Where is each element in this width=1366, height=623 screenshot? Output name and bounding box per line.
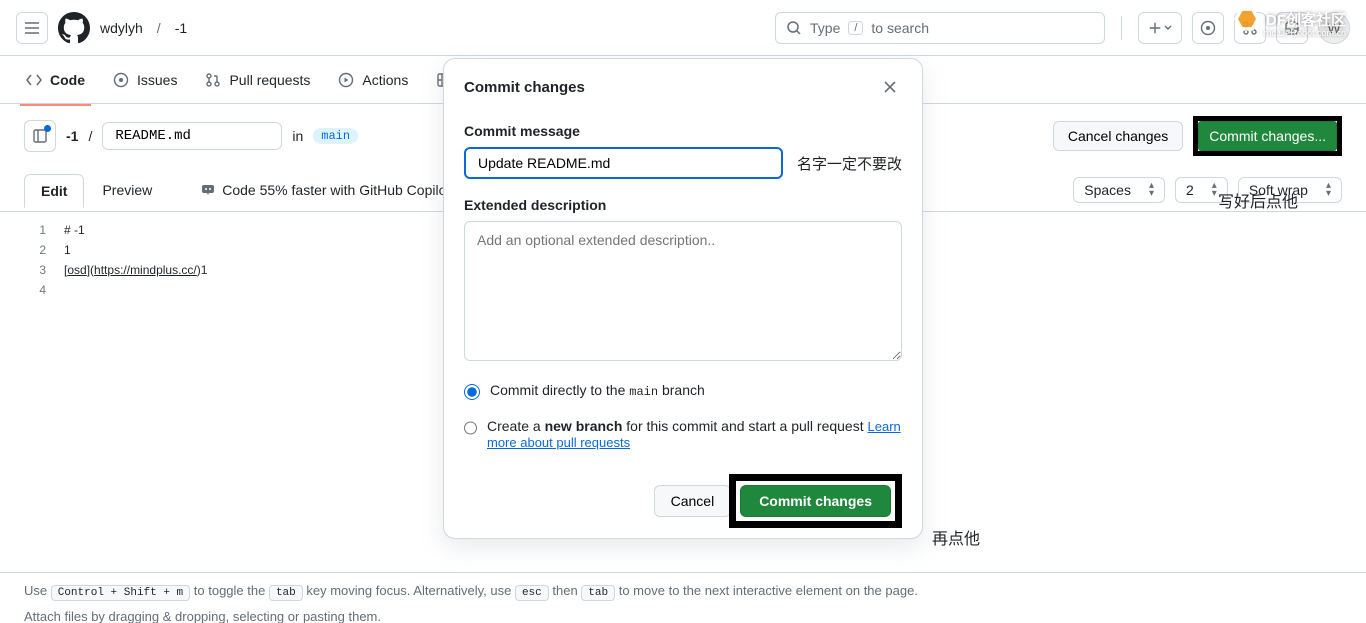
dialog-title: Commit changes [464, 79, 585, 96]
preview-tab[interactable]: Preview [86, 174, 168, 206]
extended-description-input[interactable] [464, 221, 902, 361]
annotation-keep-name: 名字一定不要改 [797, 153, 902, 174]
create-new-button[interactable] [1138, 12, 1182, 44]
watermark-text: DF创客社区 [1266, 9, 1346, 30]
in-label: in [292, 128, 303, 144]
indent-mode-label: Spaces [1084, 182, 1131, 198]
github-logo-icon[interactable] [58, 12, 90, 44]
kbd: tab [581, 585, 615, 601]
copilot-icon [200, 182, 216, 198]
indent-size-label: 2 [1186, 182, 1194, 198]
code-icon [26, 72, 42, 88]
radio-label: Create a new branch for this commit and … [487, 418, 902, 450]
dialog-commit-button[interactable]: Commit changes [740, 485, 891, 517]
copilot-text: Code 55% faster with GitHub Copilot [222, 182, 450, 198]
radio-new-branch[interactable] [464, 420, 477, 436]
search-placeholder-b: to search [871, 20, 929, 36]
branch-pill[interactable]: main [313, 128, 358, 144]
slash-key-hint: / [848, 21, 863, 35]
copilot-hint[interactable]: Code 55% faster with GitHub Copilot [200, 182, 450, 198]
annotation-click-after-write: 写好后点他 [1218, 188, 1298, 212]
tab-actions[interactable]: Actions [328, 64, 418, 96]
header-divider [1121, 16, 1122, 40]
breadcrumb-owner[interactable]: wdylyh [100, 20, 143, 36]
watermark-icon [1234, 6, 1260, 32]
code-line: # -1 [64, 220, 207, 240]
path-repo[interactable]: -1 [66, 128, 78, 144]
pr-icon [205, 72, 221, 88]
radio-commit-direct[interactable] [464, 384, 480, 400]
highlight-commit-top: Commit changes... [1193, 116, 1342, 156]
indent-mode-select[interactable]: Spaces ▴▾ [1073, 177, 1165, 203]
caret-sort-icon: ▴▾ [1212, 182, 1217, 198]
search-icon [786, 20, 802, 36]
commit-direct-option[interactable]: Commit directly to the main branch [464, 382, 902, 400]
kbd: tab [269, 585, 303, 601]
annotation-click-again: 再点他 [932, 525, 980, 549]
caret-down-icon [1164, 24, 1172, 32]
editor-tips: Use Control + Shift + m to toggle the ta… [0, 572, 1366, 622]
watermark-url: mc.DFRobot.com.cn [1264, 28, 1346, 38]
close-button[interactable] [878, 75, 902, 99]
cancel-changes-button[interactable]: Cancel changes [1053, 121, 1183, 151]
code-line: [osd](https://mindplus.cc/)1 [64, 260, 207, 280]
extended-description-label: Extended description [464, 197, 902, 213]
top-header: wdylyh / -1 Type / to search W [0, 0, 1366, 56]
dot-circle-icon [1200, 20, 1216, 36]
plus-icon [1148, 21, 1162, 35]
tab-issues[interactable]: Issues [103, 64, 187, 96]
tab-actions-label: Actions [362, 72, 408, 88]
commit-changes-top-button[interactable]: Commit changes... [1198, 121, 1337, 151]
search-input[interactable]: Type / to search [775, 12, 1105, 44]
code-content[interactable]: # -1 1 [osd](https://mindplus.cc/)1 [64, 220, 207, 300]
commit-message-label: Commit message [464, 123, 902, 139]
path-sep: / [88, 128, 92, 144]
filename-input[interactable] [102, 122, 282, 150]
caret-sort-icon: ▴▾ [1326, 182, 1331, 198]
commit-message-input[interactable] [464, 147, 783, 179]
kbd: esc [515, 585, 549, 601]
hamburger-menu-button[interactable] [16, 12, 48, 44]
tab-pull-requests[interactable]: Pull requests [195, 64, 320, 96]
code-line: 1 [64, 240, 207, 260]
commit-new-branch-option[interactable]: Create a new branch for this commit and … [464, 418, 902, 450]
edit-tab[interactable]: Edit [24, 174, 84, 208]
tab-code[interactable]: Code [16, 64, 95, 96]
tab-pulls-label: Pull requests [229, 72, 310, 88]
play-icon [338, 72, 354, 88]
commit-changes-dialog: Commit changes Commit message 名字一定不要改 Ex… [443, 58, 923, 539]
dialog-cancel-button[interactable]: Cancel [654, 485, 732, 517]
tab-code-label: Code [50, 72, 85, 88]
kbd: Control + Shift + m [51, 585, 190, 601]
issues-tray-button[interactable] [1192, 12, 1224, 44]
tip-line-1: Use Control + Shift + m to toggle the ta… [24, 583, 1342, 599]
issue-icon [113, 72, 129, 88]
breadcrumb-separator: / [157, 20, 161, 36]
file-tree-toggle[interactable] [24, 120, 56, 152]
search-placeholder-a: Type [810, 20, 840, 36]
breadcrumb-repo[interactable]: -1 [175, 20, 187, 36]
line-gutter: 1234 [24, 220, 64, 300]
tab-issues-label: Issues [137, 72, 177, 88]
close-icon [883, 80, 897, 94]
radio-label: Commit directly to the main branch [490, 382, 705, 399]
caret-sort-icon: ▴▾ [1149, 182, 1154, 198]
highlight-commit-bottom: Commit changes [729, 474, 902, 528]
tip-line-2: Attach files by dragging & dropping, sel… [24, 609, 1342, 623]
